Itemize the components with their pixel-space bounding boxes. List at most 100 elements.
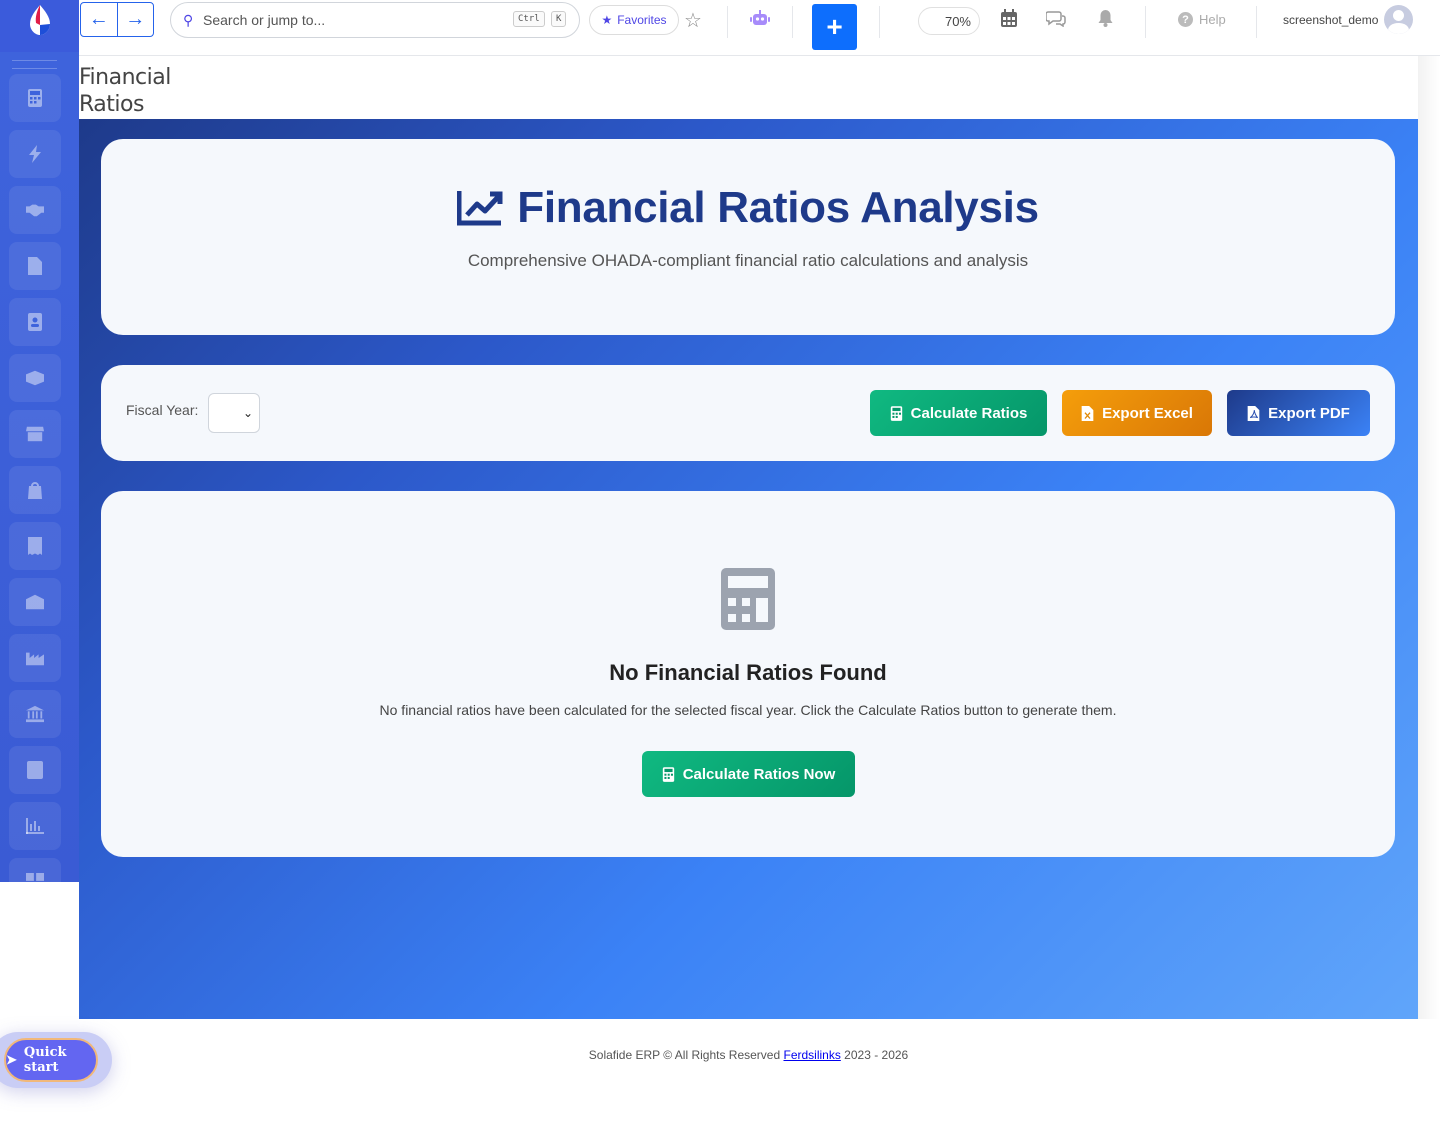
hero-card: Financial Ratios Analysis Comprehensive … <box>101 139 1395 335</box>
quick-start-label: Quick start <box>23 1045 67 1075</box>
page-title-line1: Financial <box>79 65 171 90</box>
export-excel-button[interactable]: Export Excel <box>1062 390 1212 436</box>
zoom-level[interactable]: 70% <box>918 7 980 35</box>
empty-state-title: No Financial Ratios Found <box>609 660 887 685</box>
top-bar: ← → ⚲ Ctrl K ★ Favorites ☆ + 70% ? <box>0 0 1440 56</box>
hero-title-text: Financial Ratios Analysis <box>517 183 1039 232</box>
kbd-ctrl: Ctrl <box>513 11 545 27</box>
contact-book-icon <box>28 313 42 331</box>
question-icon: ? <box>1178 12 1193 27</box>
sidebar-item-calculator[interactable] <box>9 74 61 122</box>
bar-chart-icon <box>26 818 44 834</box>
hero-subtitle: Comprehensive OHADA-compliant financial … <box>467 251 1029 270</box>
bank-icon <box>26 705 44 723</box>
sidebar-item-contacts[interactable] <box>9 298 61 346</box>
search-input[interactable] <box>203 12 503 28</box>
sidebar-item-book[interactable] <box>9 746 61 794</box>
page-title: Financial Ratios <box>79 64 279 118</box>
main-content: Financial Ratios Analysis Comprehensive … <box>79 119 1418 1019</box>
sidebar-item-boxes[interactable] <box>9 354 61 402</box>
user-avatar[interactable] <box>1384 5 1413 34</box>
shopping-bag-icon <box>28 482 42 499</box>
divider <box>1256 6 1257 38</box>
export-pdf-button[interactable]: Export PDF <box>1227 390 1370 436</box>
bell-icon[interactable] <box>1098 9 1113 27</box>
help-link[interactable]: ? Help <box>1178 12 1226 27</box>
empty-state-card: No Financial Ratios Found No financial r… <box>101 491 1395 857</box>
book-icon <box>27 761 43 779</box>
divider <box>792 6 793 38</box>
footer-prefix: Solafide ERP © All Rights Reserved <box>588 1048 784 1062</box>
calculate-ratios-label: Calculate Ratios <box>910 404 1028 422</box>
calendar-icon[interactable] <box>1001 9 1017 27</box>
global-search[interactable]: ⚲ Ctrl K <box>170 2 580 38</box>
sidebar-item-more[interactable] <box>9 858 61 882</box>
file-pdf-icon <box>1247 405 1260 421</box>
fiscal-year-select[interactable]: ⌄ <box>208 393 260 433</box>
quick-create-button[interactable]: + <box>812 4 857 50</box>
handshake-icon <box>26 204 44 217</box>
export-excel-label: Export Excel <box>1102 404 1193 422</box>
file-excel-icon <box>1081 405 1094 421</box>
quick-start-widget: ➤ Quick start <box>0 1032 112 1088</box>
robot-icon[interactable] <box>750 10 770 28</box>
star-filled-icon: ★ <box>601 13 613 27</box>
lightning-icon <box>29 145 41 163</box>
kbd-k: K <box>551 11 567 27</box>
star-outline-icon[interactable]: ☆ <box>684 8 702 33</box>
divider <box>727 6 728 38</box>
quick-start-button[interactable]: ➤ Quick start <box>4 1038 98 1082</box>
scroll-shadow <box>1418 56 1440 1019</box>
sidebar-item-store[interactable] <box>9 410 61 458</box>
sidebar-divider <box>12 60 57 61</box>
username[interactable]: screenshot_demo <box>1283 13 1378 27</box>
sidebar <box>0 52 79 882</box>
sidebar-divider <box>12 68 57 69</box>
sidebar-item-warehouse[interactable] <box>9 578 61 626</box>
sidebar-item-chart[interactable] <box>9 802 61 850</box>
sidebar-item-lightning[interactable] <box>9 130 61 178</box>
industry-icon <box>26 652 44 666</box>
rocket-icon: ➤ <box>6 1052 17 1068</box>
search-icon: ⚲ <box>183 11 194 28</box>
history-nav: ← → <box>80 2 154 37</box>
sidebar-item-document[interactable] <box>9 242 61 290</box>
grid-icon <box>26 873 44 881</box>
empty-state-message: No financial ratios have been calculated… <box>379 702 1117 718</box>
export-pdf-label: Export PDF <box>1268 404 1350 422</box>
chart-line-icon <box>457 191 503 226</box>
app-logo[interactable] <box>0 0 79 52</box>
forward-arrow-icon[interactable]: → <box>118 3 154 36</box>
chat-icon[interactable] <box>1046 9 1066 27</box>
sidebar-item-industry[interactable] <box>9 634 61 682</box>
back-arrow-icon[interactable]: ← <box>81 3 118 36</box>
footer-suffix: 2023 - 2026 <box>840 1048 909 1062</box>
chevron-down-icon: ⌄ <box>242 406 253 420</box>
fiscal-year-label: Fiscal Year: <box>126 402 199 418</box>
sidebar-item-bank[interactable] <box>9 690 61 738</box>
page-title-line2: Ratios <box>79 92 144 117</box>
footer-link[interactable]: Ferdsilinks <box>783 1048 840 1062</box>
controls-card: Fiscal Year: ⌄ Calculate Ratios Export E… <box>101 365 1395 461</box>
warehouse-icon <box>26 594 44 610</box>
hero-title: Financial Ratios Analysis <box>101 183 1395 233</box>
help-label: Help <box>1199 12 1226 27</box>
document-icon <box>28 257 42 275</box>
receipt-icon <box>28 537 42 555</box>
sidebar-item-receipt[interactable] <box>9 522 61 570</box>
calculate-ratios-now-button[interactable]: Calculate Ratios Now <box>642 751 855 797</box>
sidebar-item-handshake[interactable] <box>9 186 61 234</box>
boxes-icon <box>26 370 44 386</box>
divider <box>879 6 880 38</box>
favorites-button[interactable]: ★ Favorites <box>589 5 679 35</box>
calculator-icon <box>721 568 775 630</box>
calculator-icon <box>28 89 42 107</box>
calculate-ratios-now-label: Calculate Ratios Now <box>682 765 836 783</box>
favorites-label: Favorites <box>617 13 667 27</box>
footer: Solafide ERP © All Rights Reserved Ferds… <box>79 1048 1418 1062</box>
calculator-icon <box>662 766 674 782</box>
divider <box>1145 6 1146 38</box>
calculate-ratios-button[interactable]: Calculate Ratios <box>870 390 1047 436</box>
calculator-icon <box>890 405 902 421</box>
sidebar-item-shopping[interactable] <box>9 466 61 514</box>
